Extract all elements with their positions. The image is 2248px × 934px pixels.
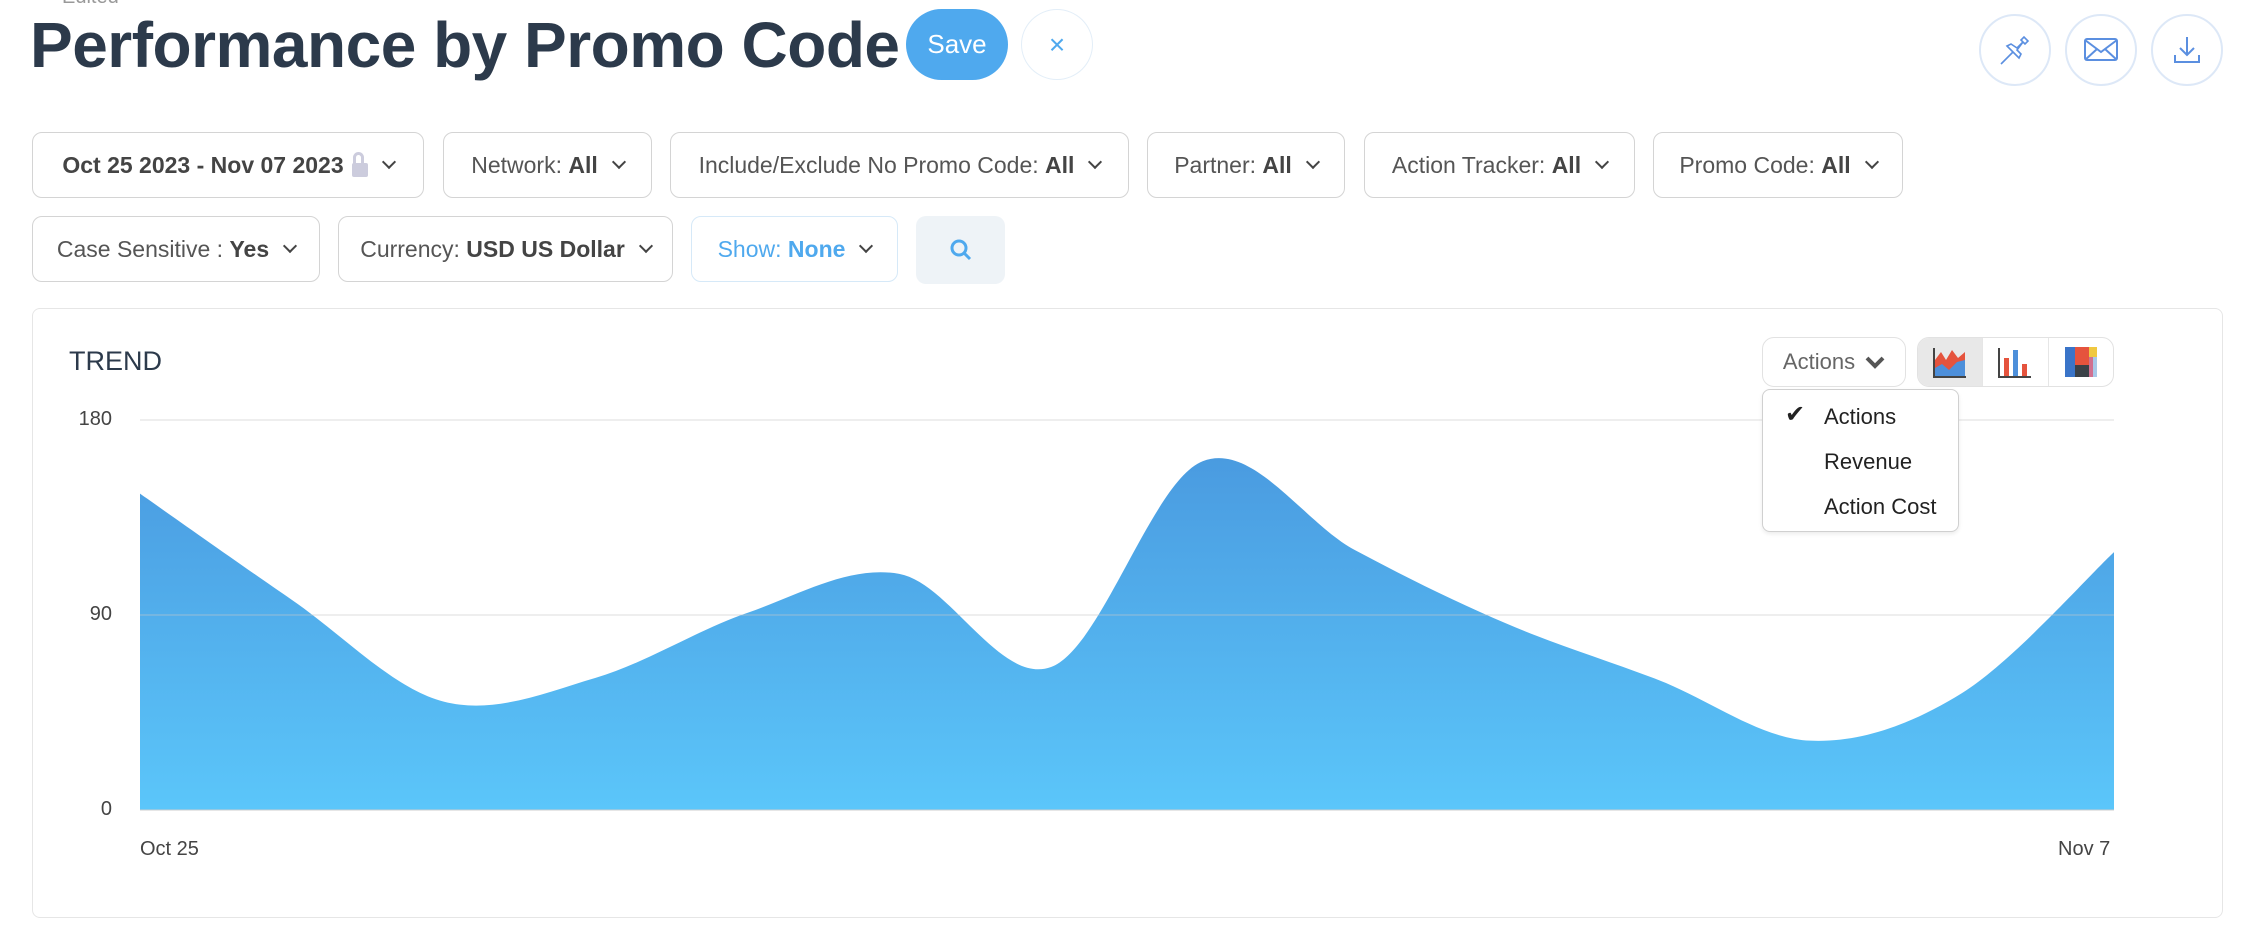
x-tick-label: Nov 7 — [2058, 838, 2111, 860]
metric-dropdown-menu: ✔ Actions Revenue Action Cost — [1762, 389, 1959, 532]
check-icon: ✔ — [1785, 401, 1806, 428]
y-tick-label: 180 — [78, 408, 112, 430]
y-tick-label: 90 — [89, 603, 112, 625]
y-tick-label: 0 — [100, 798, 112, 820]
menu-item-revenue[interactable]: Revenue — [1824, 449, 1912, 475]
x-tick-label: Oct 25 — [140, 838, 199, 860]
menu-item-actions[interactable]: Actions — [1824, 404, 1896, 430]
menu-item-action-cost[interactable]: Action Cost — [1824, 494, 1937, 520]
